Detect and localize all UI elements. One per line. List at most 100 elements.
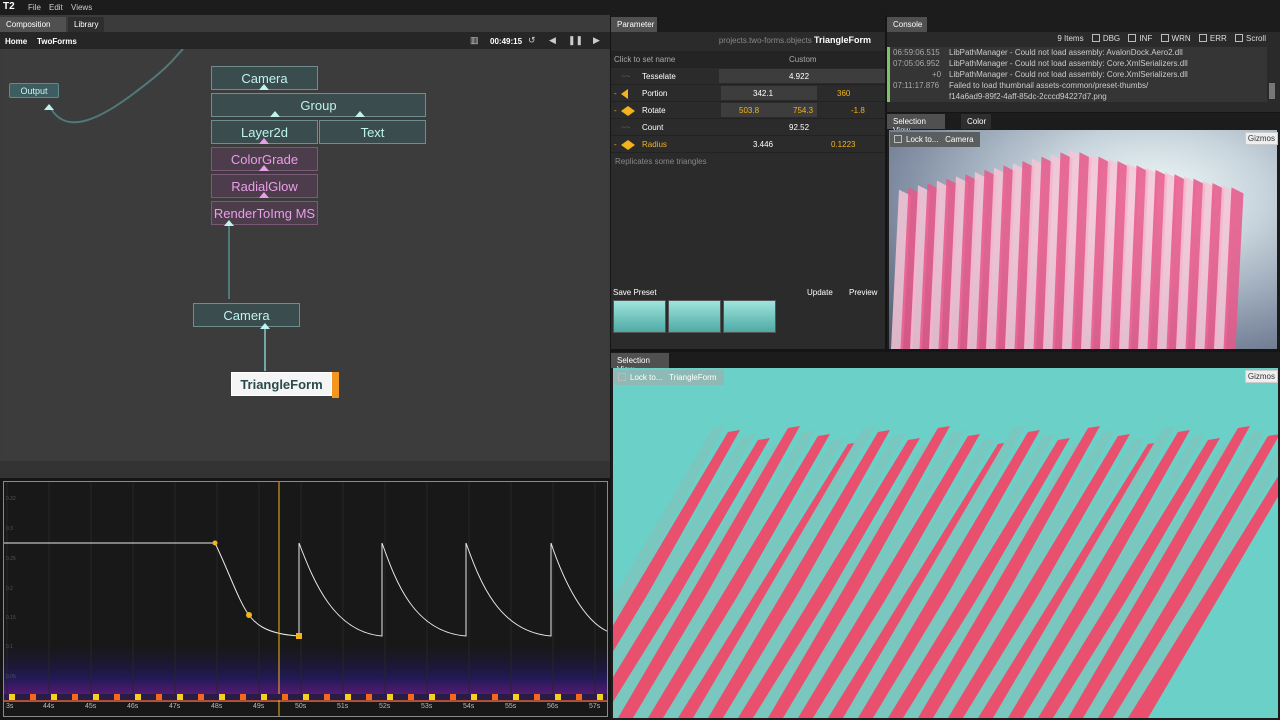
keyframe-1[interactable]	[212, 540, 218, 546]
preset-thumbnail-2[interactable]	[668, 300, 721, 333]
set-name-label[interactable]: Click to set name	[614, 55, 675, 64]
param-rotate-speed[interactable]: -1.8	[851, 106, 865, 115]
timeline-icon[interactable]: ▥	[470, 35, 479, 46]
console-log[interactable]: 06:59:06.515 LibPathManager - Could not l…	[887, 47, 1267, 102]
param-rotate-arrow-left-icon[interactable]	[621, 106, 628, 116]
param-radius-speed[interactable]: 0.1223	[831, 140, 855, 149]
node-triangleform[interactable]: TriangleForm	[231, 372, 332, 396]
param-portion-arrow-icon[interactable]	[621, 89, 628, 99]
layer2d-port[interactable]	[259, 138, 269, 144]
param-radius-arrow-right-icon[interactable]	[628, 140, 635, 150]
filter-wrn-label[interactable]: WRN	[1172, 34, 1191, 43]
log-entry[interactable]: f14a6ad9-89f2-4aff-85dc-2cccd94227d7.png	[887, 91, 1267, 102]
filter-wrn-checkbox[interactable]	[1160, 34, 1169, 42]
filter-err-label[interactable]: ERR	[1210, 34, 1227, 43]
beat-marker	[51, 694, 57, 700]
param-rotate-value[interactable]: 503.8	[739, 106, 759, 115]
console-scrollbar[interactable]	[1269, 83, 1275, 99]
render-preview-triangleform[interactable]	[613, 368, 1278, 718]
breadcrumb-twoforms[interactable]: TwoForms	[37, 37, 77, 46]
keyframe-3[interactable]	[296, 633, 302, 639]
node-camera-bottom[interactable]: Camera	[193, 303, 300, 327]
animation-curve[interactable]	[4, 542, 608, 637]
filter-dbg-label[interactable]: DBG	[1103, 34, 1120, 43]
radialglow-port[interactable]	[259, 192, 269, 198]
save-preset-button[interactable]: Save Preset	[613, 288, 657, 297]
filter-inf-checkbox[interactable]	[1128, 34, 1137, 42]
param-portion-value[interactable]: 342.1	[753, 89, 773, 98]
beat-marker	[93, 694, 99, 700]
tab-selection-view[interactable]: Selection View	[887, 114, 945, 135]
gizmos-button[interactable]: Gizmos	[1244, 132, 1278, 145]
log-entry[interactable]: +0 LibPathManager - Could not load assemb…	[887, 69, 1267, 80]
filter-err-checkbox[interactable]	[1198, 34, 1207, 42]
param-count-value[interactable]: 92.52	[789, 123, 809, 132]
filter-scroll-label[interactable]: Scroll	[1246, 34, 1266, 43]
param-row-count[interactable]: ~~ Count 92.52	[611, 119, 885, 136]
menu-edit[interactable]: Edit	[49, 3, 63, 12]
console-count: 9 Items	[1057, 34, 1084, 43]
lock-to-bar-bottom[interactable]: Lock to... TriangleForm	[614, 370, 724, 385]
gizmos-button-bottom[interactable]: Gizmos	[1244, 370, 1278, 383]
tab-selection-view-bottom[interactable]: Selection View	[611, 353, 669, 374]
group-port[interactable]	[270, 111, 280, 117]
preset-thumbnail-3[interactable]	[723, 300, 776, 333]
tab-parameter[interactable]: Parameter	[611, 17, 657, 32]
param-radius-value[interactable]: 3.446	[753, 140, 773, 149]
timecode-display[interactable]: 00:49:15	[490, 37, 522, 46]
keyframe-2[interactable]	[246, 612, 252, 618]
play-icon[interactable]: ▶	[593, 35, 600, 46]
lock-checkbox[interactable]	[894, 135, 902, 143]
param-radius-arrow-left-icon[interactable]	[621, 140, 628, 150]
menu-views[interactable]: Views	[71, 3, 92, 12]
node-output[interactable]: Output	[9, 83, 59, 98]
param-row-rotate[interactable]: - Rotate 503.8 754.3 -1.8	[611, 102, 885, 119]
output-port[interactable]	[44, 104, 54, 110]
lock-target[interactable]: Camera	[945, 135, 973, 144]
tab-color[interactable]: Color	[961, 114, 991, 129]
pause-icon[interactable]: ❚❚	[568, 35, 583, 46]
timeline-curve-editor[interactable]: 0.32 0.3 0.25 0.2 0.15 0.1 0.05 3s 44s 45s 46s 47s…	[3, 481, 608, 717]
param-portion-max[interactable]: 360	[837, 89, 850, 98]
filter-dbg-checkbox[interactable]	[1091, 34, 1100, 42]
breadcrumb-home[interactable]: Home	[5, 37, 27, 46]
curve-graph[interactable]: 0.32 0.3 0.25 0.2 0.15 0.1 0.05 3s 44s 45s 46s 47s…	[4, 482, 608, 717]
node-graph-canvas[interactable]: Output Camera Group Layer2d Text ColorGr…	[3, 49, 608, 461]
param-tesselate-value[interactable]: 4.922	[789, 72, 809, 81]
tab-library[interactable]: Library	[68, 17, 104, 32]
lock-label-bottom: Lock to...	[630, 373, 663, 382]
param-row-tesselate[interactable]: ~~ Tesselate 4.922	[611, 68, 885, 85]
colorgrade-port[interactable]	[259, 165, 269, 171]
tick-label: 52s	[379, 703, 391, 710]
filter-inf-label[interactable]: INF	[1139, 34, 1152, 43]
group-port-2[interactable]	[355, 111, 365, 117]
loop-icon[interactable]: ↺	[528, 35, 536, 46]
update-button[interactable]: Update	[807, 288, 833, 297]
filter-scroll-checkbox[interactable]	[1234, 34, 1243, 42]
log-entry[interactable]: 07:05:06.952 LibPathManager - Could not l…	[887, 58, 1267, 69]
step-back-icon[interactable]: ◀	[549, 35, 556, 46]
camera-top-port[interactable]	[259, 84, 269, 90]
lock-checkbox-bottom[interactable]	[618, 373, 626, 381]
lock-target-bottom[interactable]: TriangleForm	[669, 373, 716, 382]
node-triangleform-handle[interactable]	[332, 372, 339, 398]
param-rotate-max[interactable]: 754.3	[793, 106, 813, 115]
tab-console[interactable]: Console	[887, 17, 927, 32]
preset-thumbnail-1[interactable]	[613, 300, 666, 333]
node-text[interactable]: Text	[319, 120, 426, 144]
beat-marker	[408, 694, 414, 700]
param-rotate-arrow-right-icon[interactable]	[628, 106, 635, 116]
render-preview-camera[interactable]	[889, 130, 1277, 349]
camera-bottom-port[interactable]	[260, 323, 270, 329]
param-row-radius[interactable]: - Radius 3.446 0.1223	[611, 136, 885, 153]
log-entry[interactable]: 06:59:06.515 LibPathManager - Could not l…	[887, 47, 1267, 58]
param-row-portion[interactable]: - Portion 342.1 360	[611, 85, 885, 102]
node-group[interactable]: Group	[211, 93, 426, 117]
rendertoimg-port[interactable]	[224, 220, 234, 226]
menu-file[interactable]: File	[28, 3, 41, 12]
selection-view-triangleform: Selection View Lock to... TriangleForm G…	[611, 352, 1280, 720]
tab-composition[interactable]: Composition	[0, 17, 66, 32]
preview-button[interactable]: Preview	[849, 288, 877, 297]
lock-to-bar[interactable]: Lock to... Camera	[890, 132, 980, 147]
log-entry[interactable]: 07:11:17.876 Failed to load thumbnail ass…	[887, 80, 1267, 91]
